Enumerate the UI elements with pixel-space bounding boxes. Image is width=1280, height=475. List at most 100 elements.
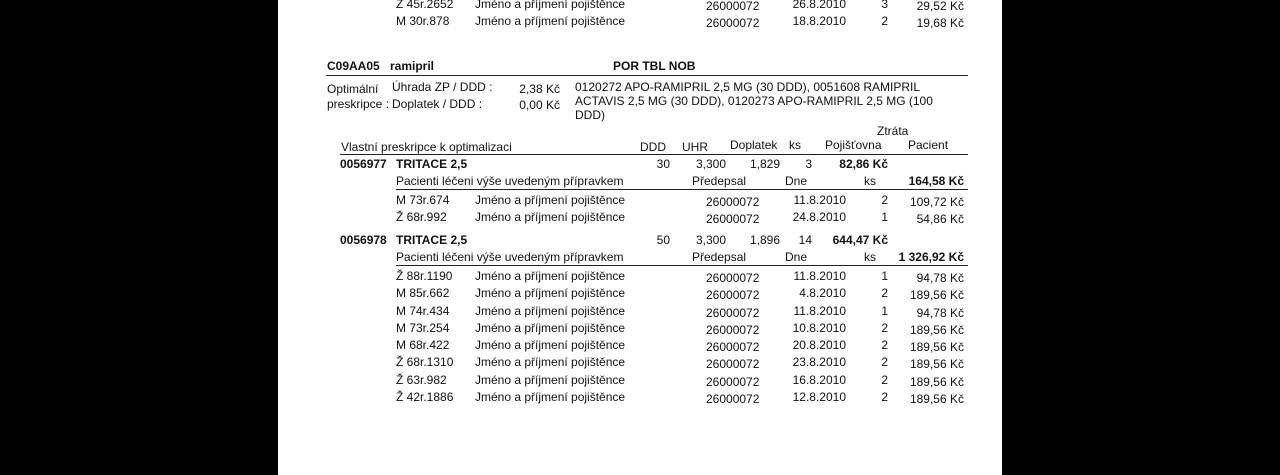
package-count: 2 (881, 390, 888, 404)
dosage-form: POR TBL NOB (613, 59, 696, 73)
prescription-date: 26.8.2010 (792, 0, 846, 11)
header-ddd: DDD (640, 140, 666, 154)
package-count: 2 (881, 193, 888, 207)
prescriber-id: 26000072 (706, 306, 760, 320)
loss-patient: 164,58 Kč (908, 174, 964, 188)
subheader-divider (396, 265, 968, 266)
product-ks: 14 (798, 233, 812, 247)
price: 189,56 Kč (909, 392, 964, 406)
patient-id: M 73r.254 (396, 321, 450, 335)
package-count: 1 (881, 304, 888, 318)
subheader-label: Pacienti léčeni výše uvedeným přípravkem (396, 174, 624, 188)
prescription-date: 11.8.2010 (793, 304, 847, 318)
package-count: 2 (881, 355, 888, 369)
patient-id: M 30r.878 (396, 14, 450, 28)
uhrada-label: Úhrada ZP / DDD : (392, 80, 493, 94)
subheader-ks: ks (864, 250, 876, 264)
prescriber-id: 26000072 (706, 340, 760, 354)
prescriber-id: 26000072 (706, 288, 760, 302)
prescription-date: 20.8.2010 (792, 338, 846, 352)
package-count: 2 (881, 14, 888, 28)
optimal-products: 0120272 APO-RAMIPRIL 2,5 MG (30 DDD), 00… (575, 80, 921, 94)
prescriber-id: 26000072 (706, 195, 760, 209)
patient-name: Jméno a příjmení pojištěnce (475, 390, 626, 404)
price: 189,56 Kč (909, 288, 964, 302)
patient-id: Ž 42r.1886 (396, 390, 454, 404)
prescription-date: 10.8.2010 (792, 321, 846, 335)
patient-name: Jméno a příjmení pojištěnce (475, 321, 626, 335)
loss-insurer: 644,47 Kč (832, 233, 888, 247)
package-count: 1 (881, 269, 888, 283)
header-uhr: UHR (682, 140, 708, 154)
product-doplatek: 1,829 (749, 157, 780, 171)
price: 189,56 Kč (909, 340, 964, 354)
product-ddd: 50 (656, 233, 670, 247)
product-code: 0056977 (340, 157, 387, 171)
prescriber-id: 26000072 (706, 16, 760, 30)
prescription-date: 12.8.2010 (792, 390, 846, 404)
optimal-label: preskripce : (327, 97, 390, 111)
price: 109,72 Kč (909, 195, 964, 209)
patient-name: Jméno a příjmení pojištěnce (475, 269, 626, 283)
prescriber-id: 26000072 (706, 323, 760, 337)
header-divider (340, 154, 968, 155)
prescription-date: 24.8.2010 (792, 210, 846, 224)
patient-id: Ž 68r.1310 (396, 355, 454, 369)
loss-patient: 1 326,92 Kč (898, 250, 964, 264)
patient-name: Jméno a příjmení pojištěnce (475, 14, 626, 28)
package-count: 2 (881, 338, 888, 352)
loss-insurer: 82,86 Kč (839, 157, 888, 171)
patient-name: Jméno a příjmení pojištěnce (475, 210, 626, 224)
optimal-products: ACTAVIS 2,5 MG (30 DDD), 0120273 APO-RAM… (575, 94, 933, 108)
patient-name: Jméno a příjmení pojištěnce (475, 355, 626, 369)
product-uhr: 3,300 (695, 233, 726, 247)
prescriber-id: 26000072 (706, 392, 760, 406)
prescription-date: 18.8.2010 (792, 14, 846, 28)
header-ks: ks (789, 138, 801, 152)
patient-name: Jméno a příjmení pojištěnce (475, 338, 626, 352)
patient-id: M 85r.662 (396, 286, 450, 300)
header-ztrata: Ztráta (877, 124, 909, 138)
price: 189,56 Kč (909, 375, 964, 389)
product-uhr: 3,300 (695, 157, 726, 171)
price: 94,78 Kč (916, 271, 964, 285)
prescription-date: 11.8.2010 (793, 269, 847, 283)
subheader-predepsal: Předepsal (692, 250, 747, 264)
prescriber-id: 26000072 (706, 357, 760, 371)
uhrada-value: 2,38 Kč (519, 82, 560, 96)
patient-id: Ž 88r.1190 (396, 269, 453, 283)
product-code: 0056978 (340, 233, 387, 247)
prescriber-id: 26000072 (706, 271, 760, 285)
patient-name: Jméno a příjmení pojištěnce (475, 193, 626, 207)
price: 189,56 Kč (909, 323, 964, 337)
product-ks: 3 (805, 157, 812, 171)
patient-id: Ž 45r.2652 (396, 0, 454, 11)
price: 29,52 Kč (916, 0, 964, 13)
patient-name: Jméno a příjmení pojištěnce (475, 304, 626, 318)
section-divider (326, 75, 968, 76)
patient-id: Ž 68r.992 (396, 210, 447, 224)
header-doplatek: Doplatek (730, 138, 778, 152)
prescription-date: 4.8.2010 (799, 286, 846, 300)
atc-code: C09AA05 (327, 59, 380, 73)
substance-name: ramipril (390, 59, 435, 73)
price: 19,68 Kč (916, 16, 964, 30)
product-name: TRITACE 2,5 (396, 233, 468, 247)
subheader-label: Pacienti léčeni výše uvedeným přípravkem (396, 250, 624, 264)
package-count: 2 (881, 321, 888, 335)
header-pacient: Pacient (908, 138, 949, 152)
subheader-dne: Dne (785, 174, 808, 188)
package-count: 1 (881, 210, 888, 224)
patient-id: M 68r.422 (396, 338, 450, 352)
price: 94,78 Kč (916, 306, 964, 320)
patient-name: Jméno a příjmení pojištěnce (475, 0, 626, 11)
prescriber-id: 26000072 (706, 0, 760, 13)
header-pojistovna: Pojišťovna (825, 138, 882, 152)
package-count: 2 (881, 373, 888, 387)
patient-id: Ž 63r.982 (396, 373, 447, 387)
optimal-label: Optimální (327, 82, 379, 96)
doplatek-value: 0,00 Kč (519, 98, 560, 112)
subheader-predepsal: Předepsal (692, 174, 747, 188)
package-count: 2 (881, 286, 888, 300)
optimal-products: DDD) (575, 108, 605, 122)
